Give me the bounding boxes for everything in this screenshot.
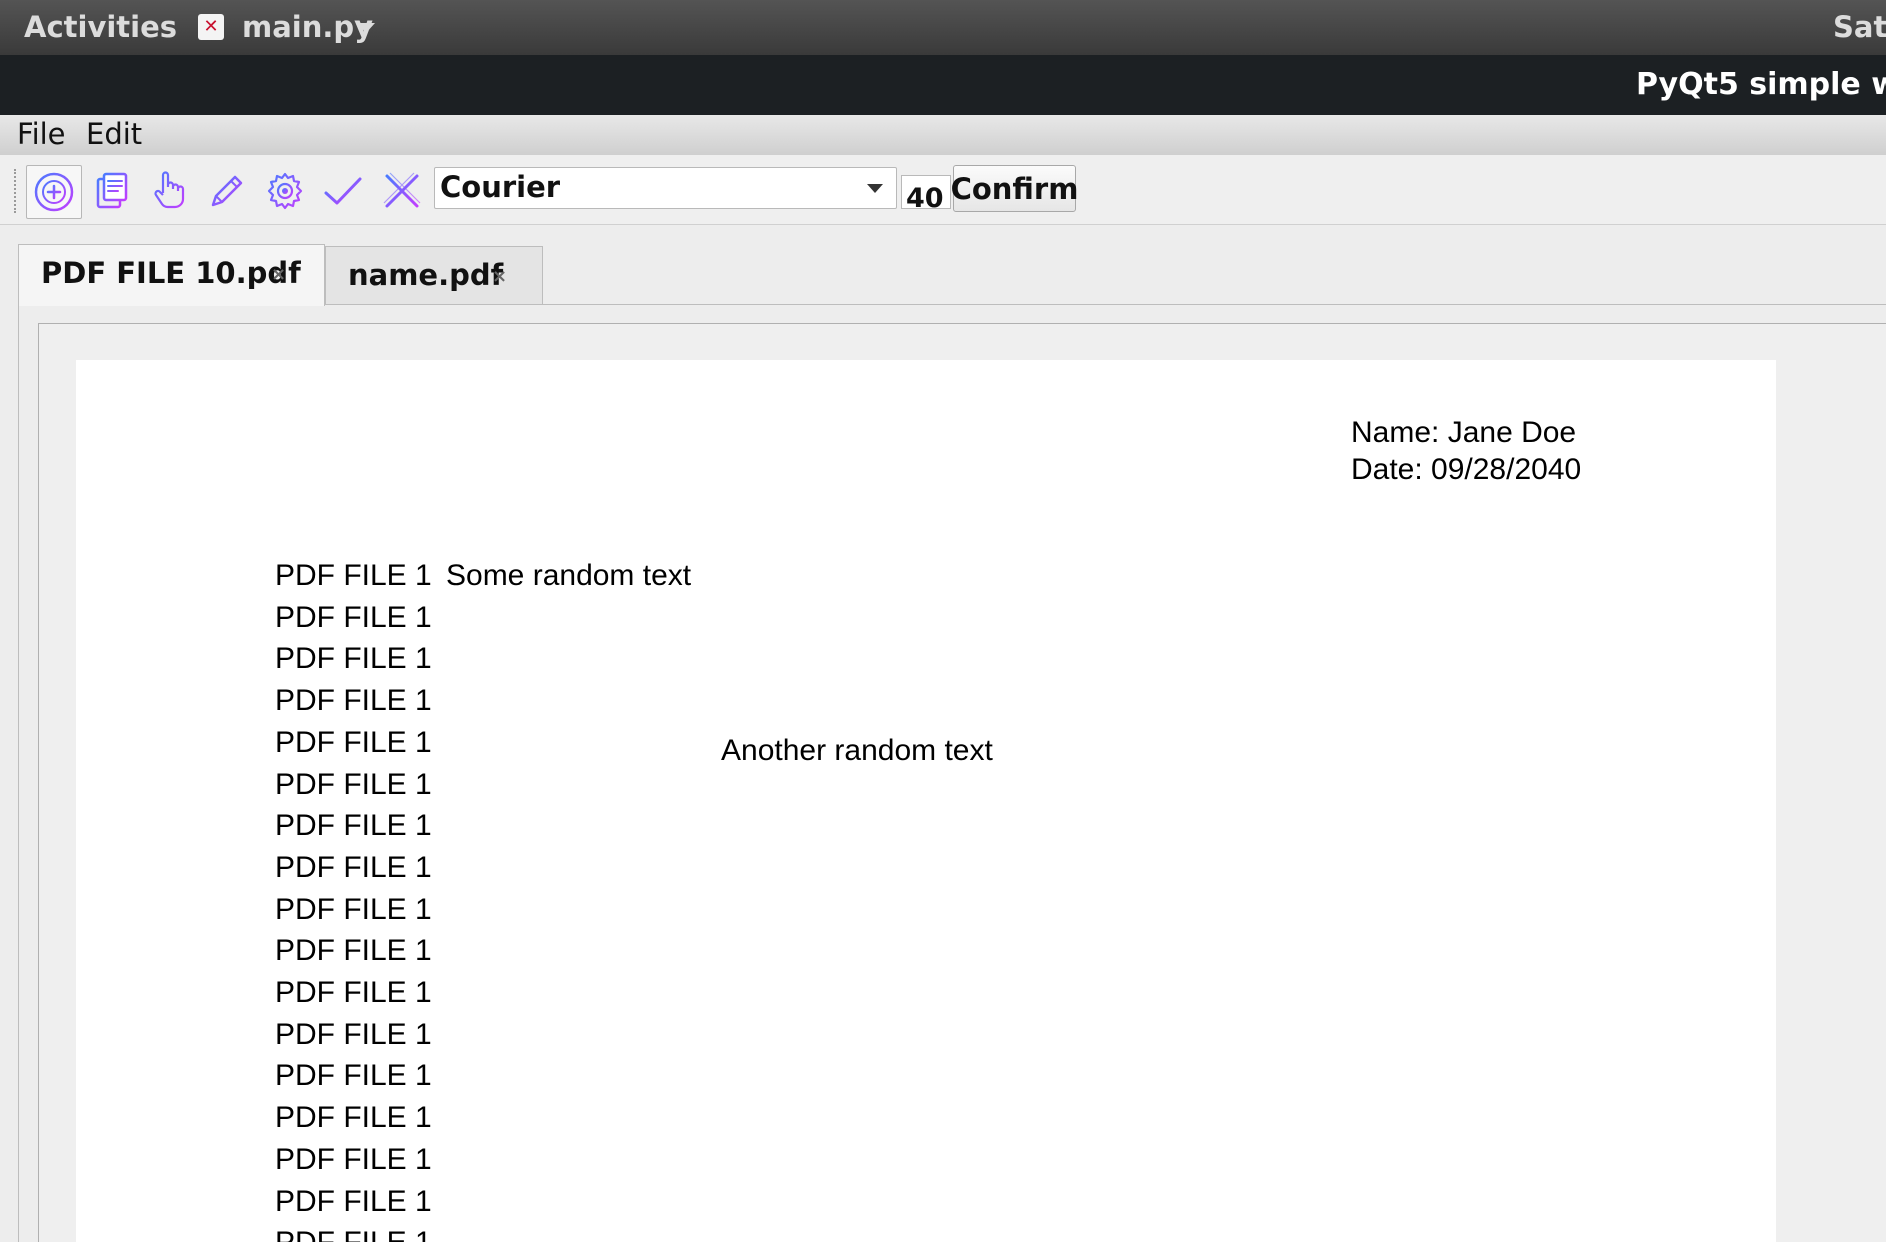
pdf-text-line: PDF FILE 1 (275, 1101, 432, 1135)
menu-file[interactable]: File (17, 117, 66, 151)
pdf-text-line: PDF FILE 1 (275, 850, 432, 884)
tab-pdf-file-10[interactable]: PDF FILE 10.pdf × (18, 244, 325, 306)
pencil-icon (211, 175, 243, 207)
pdf-text-line: PDF FILE 1 (275, 934, 432, 968)
random-text-annotation-2[interactable]: Another random text (721, 734, 993, 768)
window-title: PyQt5 simple win (1636, 67, 1886, 102)
pdf-text-line: PDF FILE 1 (275, 976, 432, 1009)
random-text-annotation[interactable]: Some random text (446, 559, 691, 593)
menu-edit[interactable]: Edit (86, 117, 142, 151)
close-icon[interactable]: × (271, 264, 286, 285)
pdf-text-line: PDF FILE 1 (275, 559, 432, 592)
font-select[interactable]: Courier (434, 167, 897, 209)
pdf-text-line: PDF FILE 1 (275, 725, 432, 759)
gear-icon (267, 172, 303, 210)
pdf-text-line: PDF FILE 1 (275, 1226, 432, 1242)
menu-bar: File Edit (0, 115, 1886, 155)
app-menu-button[interactable]: main.py (242, 10, 373, 44)
cross-icon (383, 172, 421, 208)
clipboard-icon (96, 172, 128, 209)
add-button[interactable] (26, 165, 82, 219)
pdf-text-line: PDF FILE 1 (275, 1184, 432, 1218)
pointer-button[interactable] (142, 165, 196, 217)
window-title-bar[interactable]: PyQt5 simple win (0, 55, 1886, 115)
settings-button[interactable] (258, 165, 312, 217)
pdf-text-line: PDF FILE 1 (275, 684, 432, 718)
pdf-text-line: PDF FILE 1 (275, 642, 432, 676)
x-document-icon: ✕ (198, 14, 224, 40)
hand-pointer-icon (154, 171, 185, 209)
tab-name-pdf[interactable]: name.pdf × (325, 246, 543, 304)
gnome-top-bar: Activities ✕ main.py Sat (0, 0, 1886, 55)
clock[interactable]: Sat (1833, 10, 1886, 44)
add-circle-icon (34, 172, 74, 212)
pdf-text-line: PDF FILE 1 (275, 767, 432, 801)
toolbar-grip-handle[interactable] (14, 169, 19, 213)
pdf-text-line: PDF FILE 1 (275, 1142, 432, 1176)
tab-label: name.pdf (348, 258, 504, 292)
close-icon[interactable]: × (492, 266, 507, 287)
confirm-button[interactable]: Confirm (951, 165, 1078, 212)
confirm-tool-button[interactable] (316, 165, 370, 217)
pdf-text-line: PDF FILE 1 (275, 892, 432, 926)
name-field-text[interactable]: Name: Jane Doe (1351, 416, 1576, 450)
toolbar: Courier 40 Confirm (0, 155, 1886, 225)
checkmark-icon (324, 177, 362, 205)
chevron-down-icon[interactable] (867, 184, 883, 193)
date-field-text[interactable]: Date: 09/28/2040 (1351, 453, 1581, 487)
edit-button[interactable] (200, 165, 254, 217)
pdf-text-line: PDF FILE 1 (275, 600, 432, 634)
cancel-tool-button[interactable] (375, 165, 429, 217)
tab-label: PDF FILE 10.pdf (41, 256, 301, 290)
pdf-text-line: PDF FILE 1 (275, 1059, 432, 1093)
clipboard-button[interactable] (84, 165, 138, 217)
chevron-down-icon[interactable] (357, 23, 375, 33)
font-select-value: Courier (440, 170, 561, 204)
pdf-page[interactable]: Name: Jane Doe Date: 09/28/2040 Some ran… (76, 360, 1776, 1242)
pdf-text-line: PDF FILE 1 (275, 1017, 432, 1051)
activities-button[interactable]: Activities (24, 10, 177, 44)
font-size-input[interactable]: 40 (901, 175, 951, 209)
font-size-value: 40 (906, 183, 944, 209)
pdf-text-line: PDF FILE 1 (275, 809, 432, 843)
